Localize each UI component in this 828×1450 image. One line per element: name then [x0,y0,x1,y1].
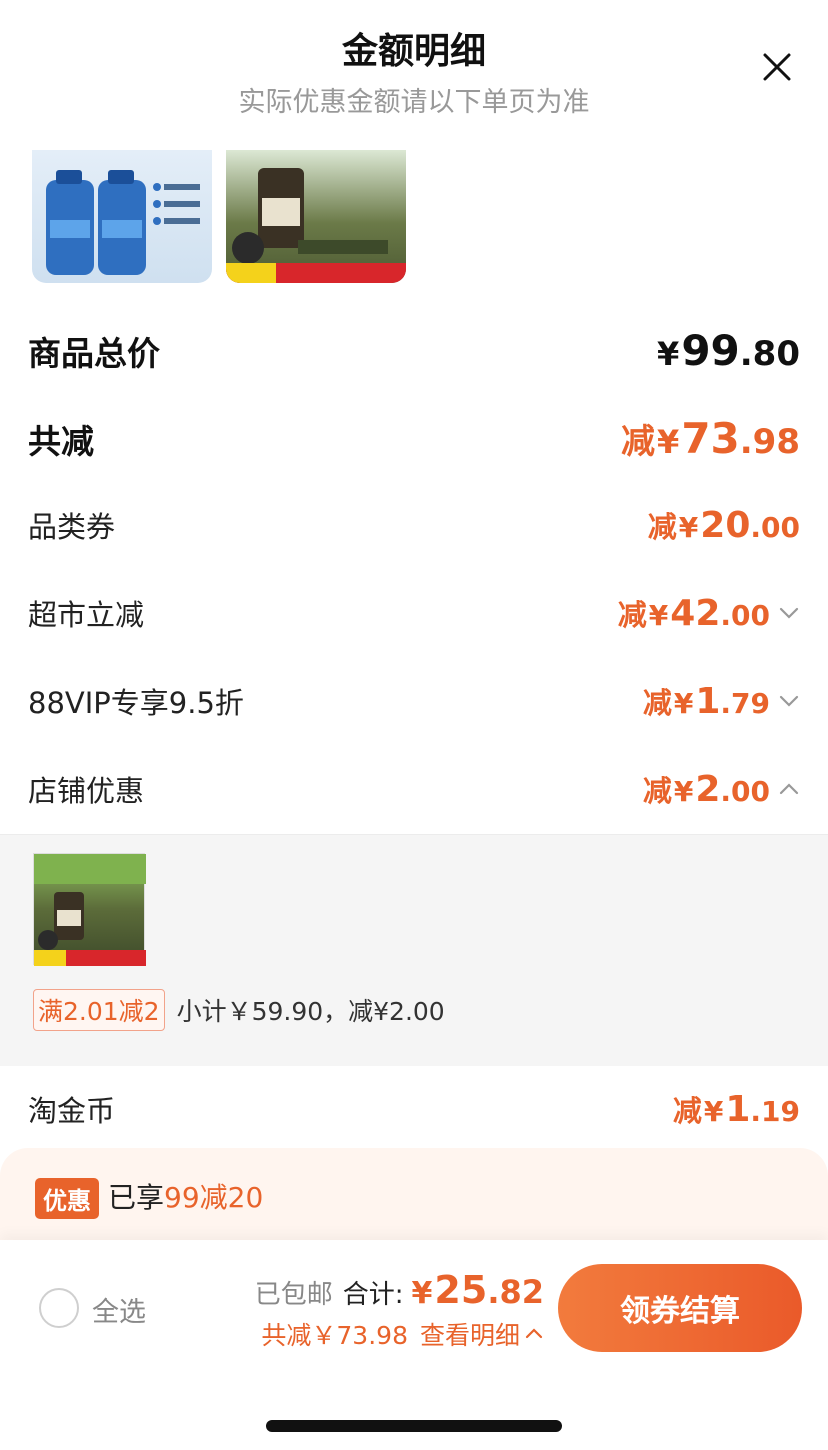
category-coupon-label: 品类券 [28,510,116,544]
full-reduction-tag: 满2.01减2 [33,989,165,1031]
amount-integer: 73 [681,414,740,463]
home-indicator [266,1420,562,1432]
amount-decimal: .79 [720,687,770,720]
currency-symbol: ¥ [703,1095,724,1128]
currency-symbol: ¥ [411,1276,433,1311]
chevron-up-icon [525,1328,543,1339]
discount-prefix: 减 [617,598,647,632]
checkout-button[interactable]: 领券结算 [558,1264,802,1352]
amount-integer: 1 [725,1089,751,1130]
shop-discount-amount: 减 ¥ 2 .00 [643,768,800,810]
row-total-discount: 共减 减 ¥ 73 .98 [28,414,800,463]
sheet-header: 金额明细 实际优惠金额请以下单页为准 [0,0,828,140]
amount-decimal: .80 [739,334,800,374]
currency-symbol: ¥ [678,511,699,544]
total-price-label: 商品总价 [28,333,160,373]
select-all-radio[interactable] [39,1288,79,1328]
shipping-status: 已包邮 [254,1280,333,1310]
taojin-coins-label: 淘金币 [28,1094,116,1128]
amount-integer: 99 [681,326,740,375]
amount-decimal: .82 [487,1273,544,1311]
chevron-up-icon[interactable] [778,778,800,800]
page-subtitle: 实际优惠金额请以下单页为准 [238,87,590,118]
currency-symbol: ¥ [657,335,680,373]
checkout-bar: 全选 已包邮 合计: ¥ 25 .82 共减￥73.98 查看明细 领券结算 [0,1240,828,1450]
promo-text-highlight: 99减20 [164,1181,264,1214]
row-total-price: 商品总价 ¥ 99 .80 [28,326,800,375]
total-discount-amount: 减 ¥ 73 .98 [621,414,800,463]
shop-subtotal: 小计￥59.90，减¥2.00 [176,997,445,1026]
view-details-label: 查看明细 [419,1321,520,1350]
total-summary: 已包邮 合计: ¥ 25 .82 [255,1268,544,1312]
row-taojin-coins: 淘金币 减 ¥ 1 .19 [28,1088,800,1130]
promo-badge: 优惠 [35,1178,99,1219]
shop-discount-label: 店铺优惠 [28,774,145,808]
currency-symbol: ¥ [657,423,680,461]
amount-decimal: .00 [720,599,770,632]
taojin-coins-amount: 减 ¥ 1 .19 [673,1088,800,1130]
close-icon[interactable] [760,50,794,84]
promo-text: 已享99减20 [108,1176,263,1216]
shop-discount-panel: 满2.01减2 小计￥59.90，减¥2.00 [0,834,828,1066]
shop-product-image[interactable] [33,853,146,966]
amount-integer: 2 [695,769,721,810]
category-coupon-amount: 减 ¥ 20 .00 [648,504,800,546]
amount-integer: 25 [434,1268,488,1312]
view-details-link[interactable]: 共减￥73.98 查看明细 [261,1316,544,1352]
amount-decimal: .19 [750,1095,800,1128]
vip-discount-amount: 减 ¥ 1 .79 [643,680,800,722]
amount-integer: 20 [700,505,751,546]
row-supermarket-discount[interactable]: 超市立减 减 ¥ 42 .00 [28,592,800,634]
discount-prefix: 减 [642,686,672,720]
chevron-down-icon[interactable] [778,690,800,712]
discount-prefix: 减 [672,1094,702,1128]
row-vip-discount[interactable]: 88VIP专享9.5折 减 ¥ 1 .79 [28,680,800,722]
select-all-label[interactable]: 全选 [92,1290,146,1329]
row-shop-discount[interactable]: 店铺优惠 减 ¥ 2 .00 [28,768,800,810]
discount-prefix: 减 [621,422,656,462]
total-discount-label: 共减 [28,421,94,461]
amount-integer: 1 [695,681,721,722]
snack-product-image[interactable] [226,150,406,283]
total-label: 合计: [342,1280,404,1310]
promo-text-prefix: 已享 [108,1181,165,1214]
amount-decimal: .98 [739,422,800,462]
amount-decimal: .00 [720,775,770,808]
shop-discount-detail: 满2.01减2 小计￥59.90，减¥2.00 [33,989,445,1031]
currency-symbol: ¥ [673,687,694,720]
discount-prefix: 减 [642,774,672,808]
chevron-down-icon[interactable] [778,602,800,624]
vip-discount-label: 88VIP专享9.5折 [28,686,244,720]
amount-integer: 42 [670,593,721,634]
supermarket-discount-amount: 减 ¥ 42 .00 [618,592,800,634]
currency-symbol: ¥ [648,599,669,632]
supermarket-discount-label: 超市立减 [28,598,145,632]
detergent-product-image[interactable] [32,150,212,283]
discount-prefix: 减 [647,510,677,544]
discount-summary: 共减￥73.98 [261,1321,408,1350]
page-title: 金额明细 [341,31,486,72]
total-price-amount: ¥ 99 .80 [657,326,800,375]
amount-decimal: .00 [750,511,800,544]
currency-symbol: ¥ [673,775,694,808]
total-amount: ¥ 25 .82 [412,1268,544,1312]
row-category-coupon: 品类券 减 ¥ 20 .00 [28,504,800,546]
